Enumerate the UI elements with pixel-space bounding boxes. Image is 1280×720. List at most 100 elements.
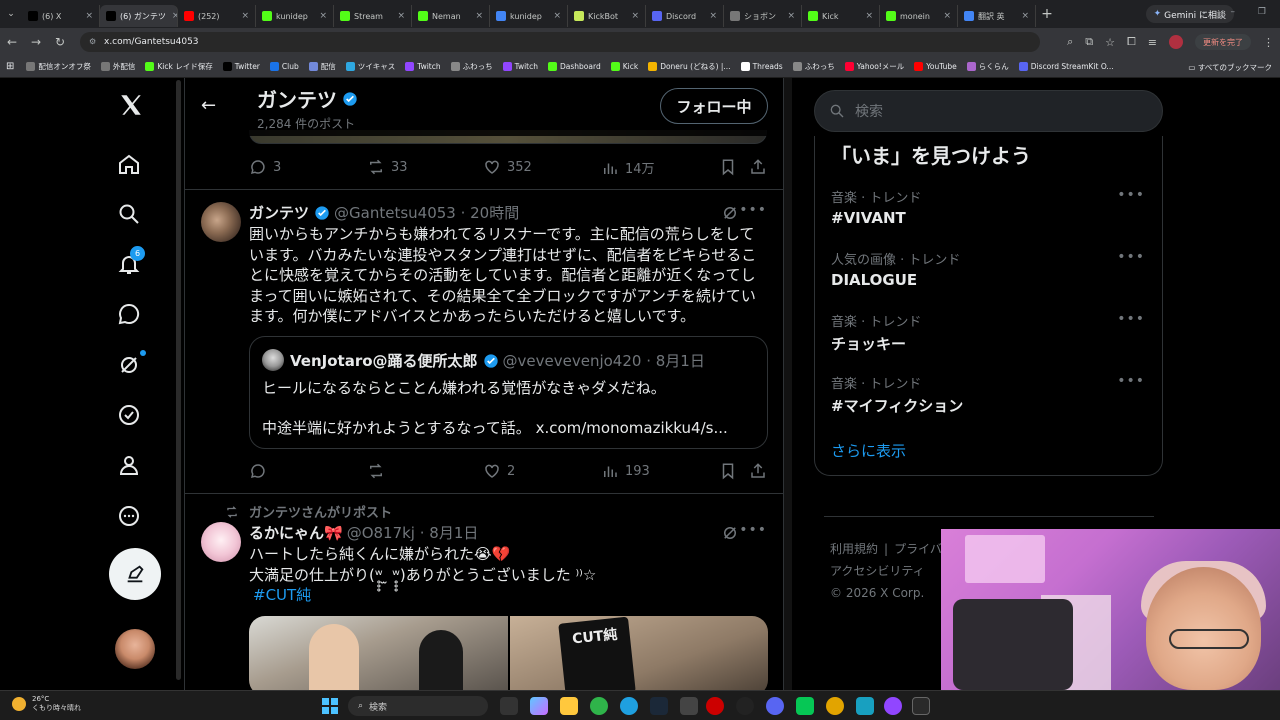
reply-button[interactable] <box>249 462 273 480</box>
close-tab-icon[interactable]: × <box>1015 11 1029 21</box>
bookmark-item[interactable]: Discord StreamKit O... <box>1018 61 1114 72</box>
verified-orgs-icon[interactable] <box>116 402 142 428</box>
zoom-icon[interactable]: ⌕ <box>1067 35 1073 49</box>
close-tab-icon[interactable]: × <box>937 11 951 21</box>
accessibility-link[interactable]: アクセシビリティ <box>830 564 925 578</box>
browser-tab[interactable]: Discord × <box>646 5 724 27</box>
notes-icon[interactable] <box>856 697 874 715</box>
edge-icon[interactable] <box>620 697 638 715</box>
like-button[interactable]: 2 <box>483 462 515 480</box>
compose-post-button[interactable] <box>109 548 161 600</box>
more-options-icon[interactable]: ••• <box>739 202 767 218</box>
more-options-icon[interactable]: ••• <box>739 522 767 538</box>
grok-explain-icon[interactable] <box>721 204 739 222</box>
hashtag-link[interactable]: #CUT純 <box>253 586 311 604</box>
browser-tab[interactable]: KickBot × <box>568 5 646 27</box>
terminal-icon[interactable] <box>912 697 930 715</box>
views-button[interactable]: 193 <box>601 462 650 480</box>
trend-item[interactable]: 人気の画像 · トレンド DIALOGUE ••• <box>831 249 1151 289</box>
bookmark-item[interactable]: Threads <box>740 61 783 72</box>
repost-button[interactable]: 33 <box>367 158 408 176</box>
quoted-tweet[interactable]: VenJotaro@踊る便所太郎 @vevevevenjo420 · 8月1日 … <box>249 336 768 449</box>
back-arrow-icon[interactable]: ← <box>201 95 216 116</box>
following-button[interactable]: フォロー中 <box>660 88 768 124</box>
views-button[interactable]: 14万 <box>601 158 655 177</box>
browser-tab[interactable]: (6) X × <box>22 5 100 27</box>
browser-tab[interactable]: ショボン × <box>724 5 802 27</box>
menu-icon[interactable]: ⋮ <box>1263 36 1274 49</box>
close-tab-icon[interactable]: × <box>703 11 717 21</box>
tweet-avatar[interactable] <box>201 202 241 242</box>
close-tab-icon[interactable]: × <box>166 11 177 21</box>
bookmark-item[interactable]: Club <box>269 61 299 72</box>
close-tab-icon[interactable]: × <box>625 11 639 21</box>
bookmark-item[interactable]: Twitch <box>405 61 441 72</box>
trend-item[interactable]: 音楽 · トレンド #マイフィクション ••• <box>831 373 1151 416</box>
bookmark-item[interactable]: Twitter <box>222 61 260 72</box>
bookmark-star-icon[interactable]: ☆ <box>1105 36 1115 49</box>
grok-explain-icon[interactable] <box>721 524 739 542</box>
bookmark-item[interactable]: らくらん <box>966 61 1009 72</box>
discord-icon[interactable] <box>766 697 784 715</box>
profile-avatar[interactable] <box>1169 35 1183 49</box>
app-icon[interactable] <box>680 697 698 715</box>
bookmark-item[interactable]: ふわっち <box>792 61 835 72</box>
trend-more-icon[interactable]: ••• <box>1117 311 1145 327</box>
messages-icon[interactable] <box>116 301 142 327</box>
browser-tab[interactable]: monein × <box>880 5 958 27</box>
tweet-media[interactable]: CUT純 <box>249 616 768 690</box>
close-tab-icon[interactable]: × <box>79 11 93 21</box>
tab-search-icon[interactable]: ⌄ <box>0 9 22 19</box>
close-tab-icon[interactable]: × <box>313 11 327 21</box>
close-tab-icon[interactable]: × <box>391 11 405 21</box>
terms-link[interactable]: 利用規約 <box>830 542 878 556</box>
reply-button[interactable]: 3 <box>249 158 281 176</box>
browser-tab[interactable]: Neman × <box>412 5 490 27</box>
browser-tab[interactable]: (6) ガンテツ× <box>100 5 178 27</box>
left-scrollbar[interactable] <box>176 80 181 680</box>
reload-icon[interactable]: ↻ <box>48 35 72 49</box>
home-icon[interactable] <box>116 151 142 177</box>
close-tab-icon[interactable]: × <box>547 11 561 21</box>
trend-more-icon[interactable]: ••• <box>1117 373 1145 389</box>
like-button[interactable]: 352 <box>483 158 532 176</box>
bookmark-item[interactable]: 配信 <box>308 61 336 72</box>
tweet-avatar[interactable] <box>201 522 241 562</box>
trend-more-icon[interactable]: ••• <box>1117 187 1145 203</box>
cast-icon[interactable]: ⧉ <box>1085 35 1093 49</box>
browser-tab[interactable]: (252) × <box>178 5 256 27</box>
privacy-link[interactable]: プライバ <box>894 542 942 556</box>
more-circle-icon[interactable] <box>116 503 142 529</box>
share-button[interactable] <box>749 158 773 176</box>
side-panel-icon[interactable]: ≡ <box>1148 36 1157 49</box>
bookmark-item[interactable]: YouTube <box>914 61 957 72</box>
app-icon[interactable] <box>826 697 844 715</box>
windows-start-icon[interactable] <box>322 698 338 714</box>
media-photo-1[interactable] <box>249 616 508 690</box>
bookmark-button[interactable] <box>719 462 743 480</box>
bookmark-item[interactable]: Dashboard <box>548 61 601 72</box>
obs-icon[interactable] <box>706 697 724 715</box>
line-icon[interactable] <box>796 697 814 715</box>
bookmark-item[interactable]: 外配信 <box>100 61 135 72</box>
bookmark-item[interactable]: Kick レイド保存 <box>145 61 213 72</box>
site-info-icon[interactable]: ⚙ <box>89 37 96 46</box>
repost-button[interactable] <box>367 462 391 480</box>
all-bookmarks-link[interactable]: ▭ すべてのブックマーク <box>1188 62 1272 73</box>
browser-tab[interactable]: Kick × <box>802 5 880 27</box>
app-icon[interactable] <box>884 697 902 715</box>
search-input[interactable]: 検索 <box>814 90 1163 132</box>
apps-grid-icon[interactable]: ⊞ <box>6 61 14 72</box>
tweet-author[interactable]: るかにゃん🎀 @O817kj · 8月1日 <box>249 522 478 543</box>
trend-item[interactable]: 音楽 · トレンド #VIVANT ••• <box>831 187 1151 227</box>
chrome-icon[interactable] <box>590 697 608 715</box>
account-avatar[interactable] <box>115 629 155 669</box>
browser-tab[interactable]: Stream × <box>334 5 412 27</box>
bookmark-button[interactable] <box>719 158 743 176</box>
share-button[interactable] <box>749 462 773 480</box>
folder-icon[interactable] <box>560 697 578 715</box>
search-icon[interactable] <box>116 201 142 227</box>
trend-more-icon[interactable]: ••• <box>1117 249 1145 265</box>
back-arrow-icon[interactable]: ← <box>0 35 24 49</box>
trend-item[interactable]: 音楽 · トレンド チョッキー ••• <box>831 311 1151 354</box>
